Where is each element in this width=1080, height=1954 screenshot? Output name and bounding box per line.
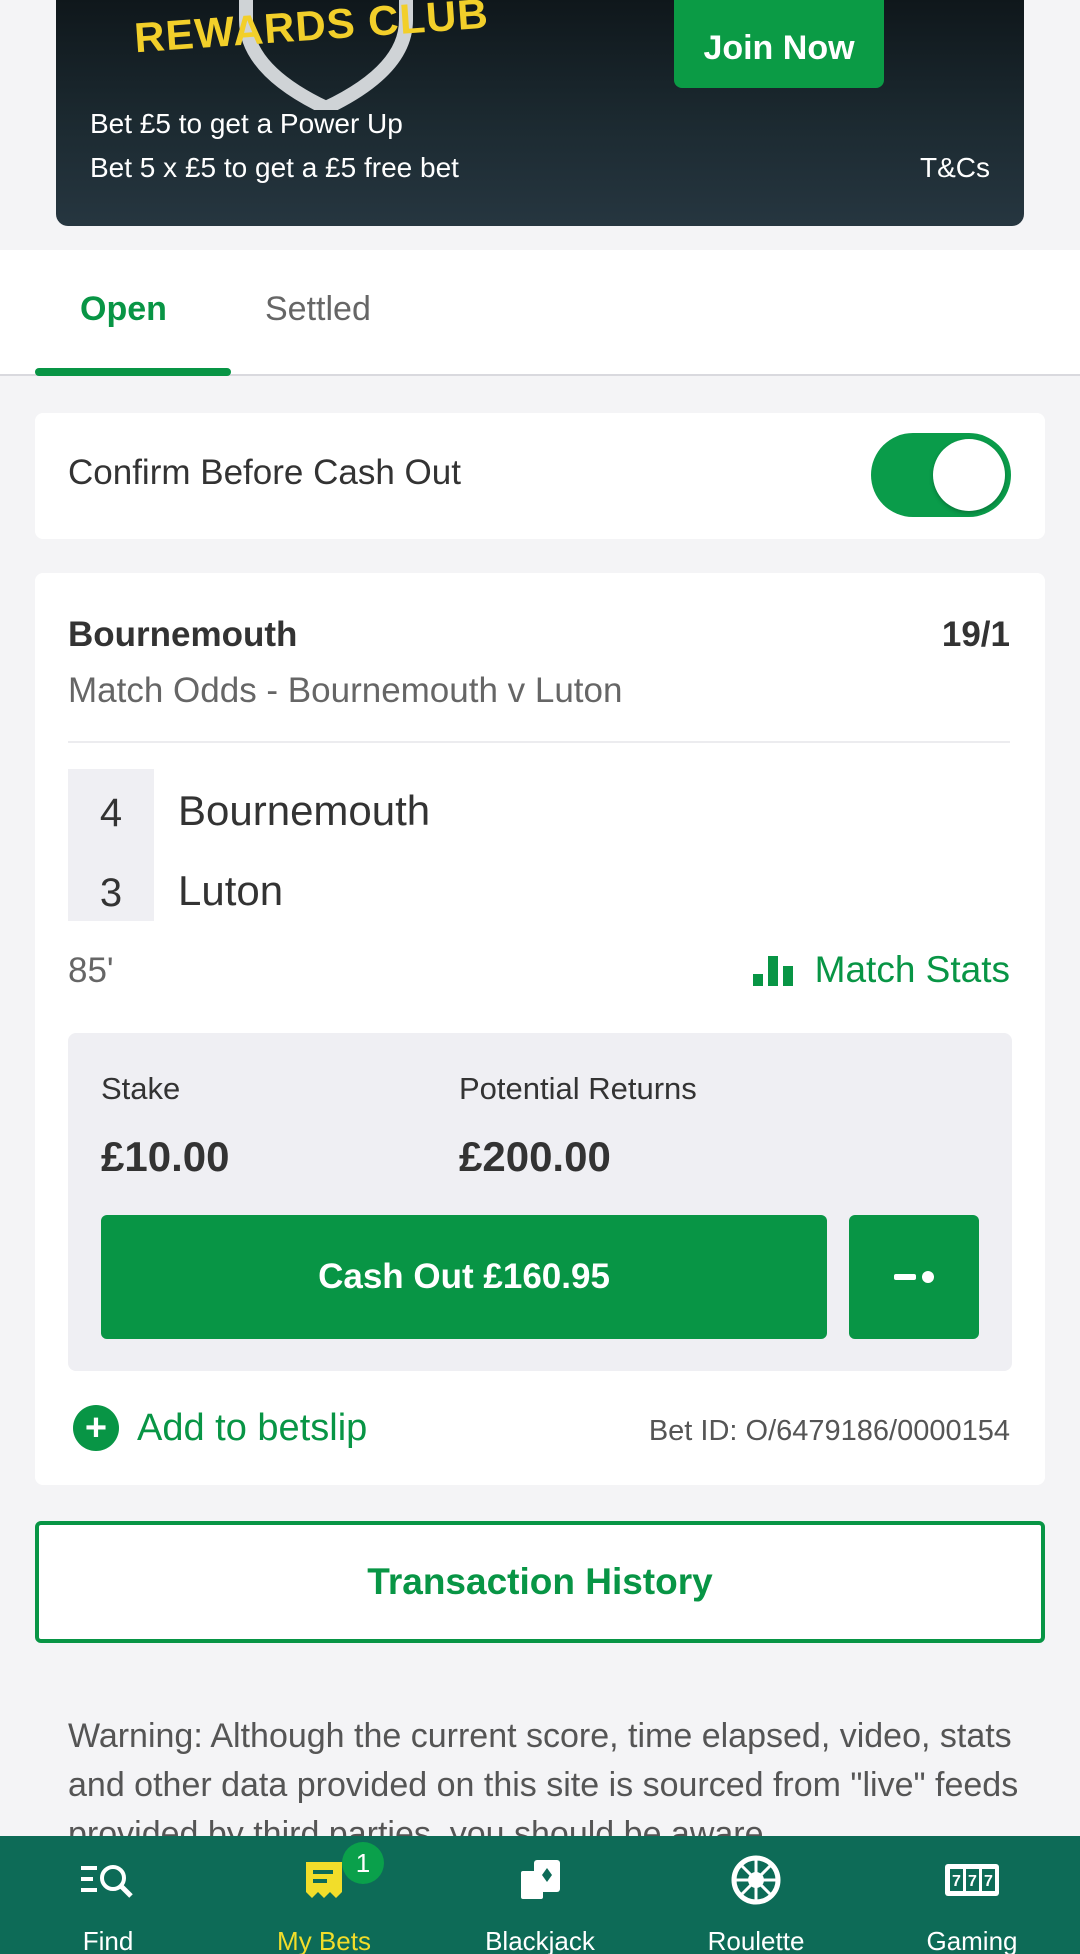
away-team: Luton: [178, 867, 284, 914]
transaction-history-button[interactable]: Transaction History: [35, 1521, 1045, 1643]
returns-label: Potential Returns: [459, 1071, 697, 1106]
selection-name: Bournemouth: [68, 615, 298, 654]
bet-id: Bet ID: O/6479186/0000154: [648, 1415, 1010, 1447]
roulette-icon: [730, 1854, 782, 1906]
svg-text:7: 7: [968, 1873, 977, 1890]
selection-odds: 19/1: [941, 615, 1010, 654]
join-now-button[interactable]: Join Now: [674, 0, 884, 88]
slider-icon: [894, 1274, 916, 1280]
slider-dot-icon: [922, 1271, 934, 1283]
returns-value: £200.00: [459, 1133, 611, 1180]
add-to-betslip-label: Add to betslip: [137, 1406, 368, 1449]
active-tab-indicator: [35, 368, 231, 376]
partial-cashout-button[interactable]: [849, 1215, 979, 1339]
match-minute: 85': [68, 951, 114, 990]
svg-text:7: 7: [952, 1873, 961, 1890]
bar-chart-icon: [752, 954, 795, 986]
stake-label: Stake: [101, 1071, 181, 1106]
my-bets-badge: 1: [342, 1842, 384, 1884]
market-name: Match Odds - Bournemouth v Luton: [68, 671, 623, 710]
nav-roulette[interactable]: Roulette: [648, 1836, 864, 1954]
away-score: 3: [99, 871, 123, 915]
divider: [68, 741, 1010, 743]
find-icon: [79, 1854, 137, 1906]
match-stats-link[interactable]: Match Stats: [752, 949, 1010, 991]
stake-value: £10.00: [101, 1133, 230, 1180]
nav-find[interactable]: Find: [0, 1836, 216, 1954]
tcs-link[interactable]: T&Cs: [920, 152, 990, 184]
bottom-nav: Find 1 My Bets Blackjack Roulette 7 7 7 …: [0, 1836, 1080, 1954]
nav-find-label: Find: [82, 1926, 134, 1954]
nav-gaming[interactable]: 7 7 7 Gaming: [864, 1836, 1080, 1954]
nav-my-bets[interactable]: 1 My Bets: [216, 1836, 432, 1954]
slot-machine-icon: 7 7 7: [943, 1854, 1001, 1906]
svg-text:7: 7: [984, 1873, 993, 1890]
confirm-cashout-card: Confirm Before Cash Out: [35, 413, 1045, 539]
nav-my-bets-label: My Bets: [277, 1926, 371, 1954]
nav-blackjack[interactable]: Blackjack: [432, 1836, 648, 1954]
tab-settled[interactable]: Settled: [265, 290, 371, 329]
promo-line-2: Bet 5 x £5 to get a £5 free bet: [90, 152, 459, 183]
home-score: 4: [99, 791, 123, 835]
promo-line-1: Bet £5 to get a Power Up: [90, 108, 403, 139]
confirm-cashout-label: Confirm Before Cash Out: [68, 453, 461, 492]
nav-blackjack-label: Blackjack: [485, 1926, 595, 1954]
add-to-betslip-link[interactable]: + Add to betslip: [73, 1405, 367, 1451]
tab-open[interactable]: Open: [80, 290, 167, 329]
scoreboard: 4 3: [68, 769, 154, 921]
home-team: Bournemouth: [178, 787, 431, 834]
bets-tabs: Open Settled: [0, 250, 1080, 376]
plus-icon: +: [73, 1405, 119, 1451]
nav-gaming-label: Gaming: [926, 1926, 1018, 1954]
match-stats-label: Match Stats: [814, 949, 1010, 990]
stake-panel: Stake Potential Returns £10.00 £200.00 C…: [68, 1033, 1012, 1371]
nav-roulette-label: Roulette: [707, 1926, 805, 1954]
bet-card: Bournemouth 19/1 Match Odds - Bournemout…: [35, 573, 1045, 1485]
promo-area: REWARDS CLUB Bet £5 to get a Power Up Be…: [0, 0, 1080, 250]
cards-icon: [516, 1854, 564, 1906]
confirm-cashout-toggle[interactable]: [871, 433, 1011, 517]
my-bets-icon: 1: [302, 1842, 384, 1906]
cash-out-button[interactable]: Cash Out £160.95: [101, 1215, 827, 1339]
rewards-banner[interactable]: REWARDS CLUB Bet £5 to get a Power Up Be…: [56, 0, 1024, 226]
toggle-knob: [933, 439, 1005, 511]
